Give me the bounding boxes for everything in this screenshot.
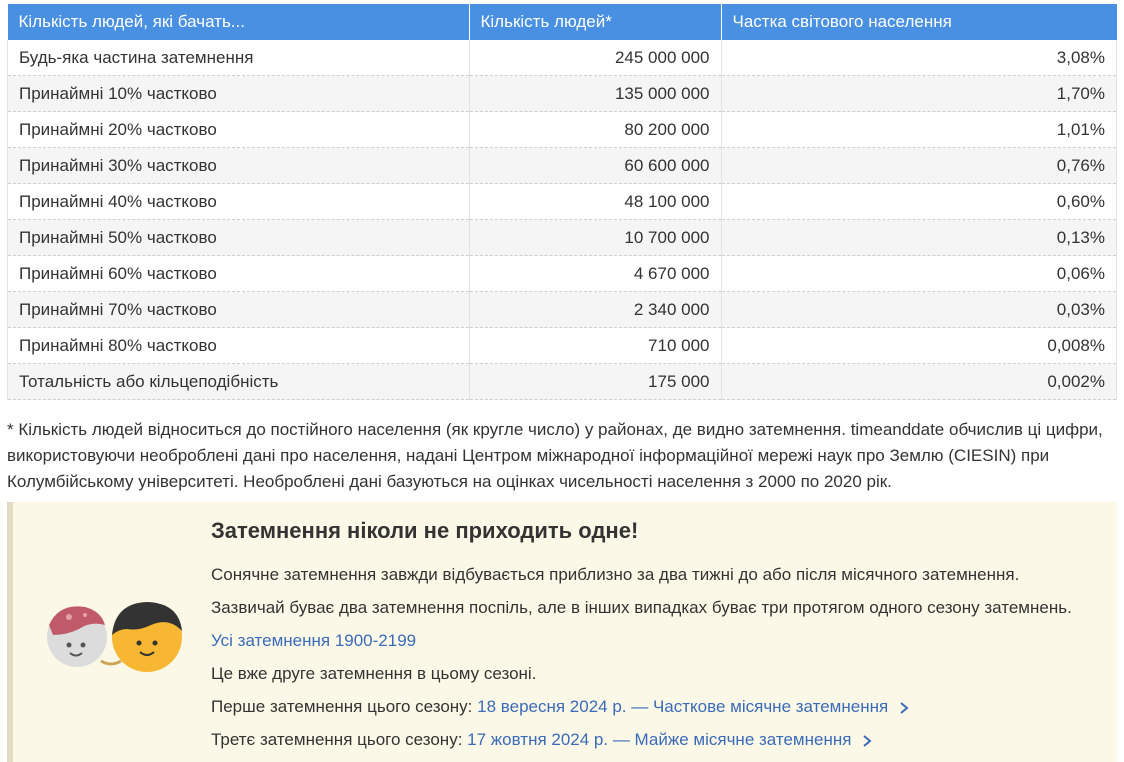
table-row: Принаймні 10% частково 135 000 000 1,70% bbox=[7, 75, 1117, 112]
table-row: Принаймні 80% частково 710 000 0,008% bbox=[7, 327, 1117, 364]
row-share: 0,06% bbox=[721, 255, 1117, 292]
third-eclipse-link[interactable]: 17 жовтня 2024 р. — Майже місячне затемн… bbox=[467, 730, 851, 749]
table-footnote: * Кількість людей відноситься до постійн… bbox=[7, 420, 1103, 491]
population-table: Кількість людей, які бачать... Кількість… bbox=[7, 4, 1117, 400]
row-share: 0,76% bbox=[721, 147, 1117, 184]
table-row: Принаймні 40% частково 48 100 000 0,60% bbox=[7, 183, 1117, 220]
row-label: Принаймні 10% частково bbox=[7, 75, 470, 112]
row-label: Принаймні 50% частково bbox=[7, 219, 470, 256]
row-share: 0,03% bbox=[721, 291, 1117, 328]
row-share: 0,13% bbox=[721, 219, 1117, 256]
first-eclipse-link[interactable]: 18 вересня 2024 р. — Часткове місячне за… bbox=[477, 697, 888, 716]
card-paragraph: Це вже друге затемнення в цьому сезоні. bbox=[211, 664, 537, 683]
row-share: 0,008% bbox=[721, 327, 1117, 364]
card-title: Затемнення ніколи не приходить одне! bbox=[211, 518, 639, 543]
row-count: 60 600 000 bbox=[469, 147, 722, 184]
table-row: Принаймні 30% частково 60 600 000 0,76% bbox=[7, 147, 1117, 184]
row-label: Принаймні 40% частково bbox=[7, 183, 470, 220]
table-row: Принаймні 70% частково 2 340 000 0,03% bbox=[7, 291, 1117, 328]
third-eclipse-label: Третє затемнення цього сезону: bbox=[211, 730, 463, 749]
row-label: Принаймні 70% частково bbox=[7, 291, 470, 328]
table-header-row: Кількість людей, які бачать... Кількість… bbox=[7, 4, 1117, 40]
row-label: Принаймні 20% частково bbox=[7, 111, 470, 148]
population-table-wrapper: Кількість людей, які бачать... Кількість… bbox=[7, 4, 1117, 400]
row-count: 80 200 000 bbox=[469, 111, 722, 148]
row-share: 0,60% bbox=[721, 183, 1117, 220]
eclipse-season-card: Затемнення ніколи не приходить одне! Сон… bbox=[7, 502, 1117, 762]
row-label: Будь-яка частина затемнення bbox=[7, 40, 470, 76]
row-count: 4 670 000 bbox=[469, 255, 722, 292]
first-eclipse-line: Перше затемнення цього сезону: 18 вересн… bbox=[211, 690, 1107, 723]
card-paragraph: Зазвичай буває два затемнення поспіль, а… bbox=[211, 598, 1072, 617]
moon-and-sun-mascot-icon bbox=[47, 602, 182, 672]
card-content: Затемнення ніколи не приходить одне! Сон… bbox=[211, 518, 1107, 756]
table-row: Принаймні 50% частково 10 700 000 0,13% bbox=[7, 219, 1117, 256]
header-people-seeing: Кількість людей, які бачать... bbox=[7, 4, 470, 40]
header-people-count: Кількість людей* bbox=[469, 4, 722, 40]
row-count: 710 000 bbox=[469, 327, 722, 364]
row-label: Принаймні 30% частково bbox=[7, 147, 470, 184]
row-count: 2 340 000 bbox=[469, 291, 722, 328]
table-row: Принаймні 20% частково 80 200 000 1,01% bbox=[7, 111, 1117, 148]
header-world-share: Частка світового населення bbox=[721, 4, 1117, 40]
row-label: Принаймні 60% частково bbox=[7, 255, 470, 292]
row-share: 1,01% bbox=[721, 111, 1117, 148]
table-row: Будь-яка частина затемнення 245 000 000 … bbox=[7, 40, 1117, 76]
table-row: Тотальність або кільцеподібність 175 000… bbox=[7, 363, 1117, 400]
third-eclipse-line: Третє затемнення цього сезону: 17 жовтня… bbox=[211, 723, 1107, 756]
table-row: Принаймні 60% частково 4 670 000 0,06% bbox=[7, 255, 1117, 292]
row-share: 3,08% bbox=[721, 40, 1117, 76]
first-eclipse-label: Перше затемнення цього сезону: bbox=[211, 697, 473, 716]
all-eclipses-link[interactable]: Усі затемнення 1900-2199 bbox=[211, 631, 416, 650]
row-count: 48 100 000 bbox=[469, 183, 722, 220]
row-label: Принаймні 80% частково bbox=[7, 327, 470, 364]
chevron-right-icon[interactable] bbox=[897, 701, 911, 715]
chevron-right-icon[interactable] bbox=[860, 734, 874, 748]
row-count: 175 000 bbox=[469, 363, 722, 400]
card-paragraph: Сонячне затемнення завжди відбувається п… bbox=[211, 565, 1020, 584]
row-count: 135 000 000 bbox=[469, 75, 722, 112]
row-share: 0,002% bbox=[721, 363, 1117, 400]
row-share: 1,70% bbox=[721, 75, 1117, 112]
row-label: Тотальність або кільцеподібність bbox=[7, 363, 470, 400]
row-count: 245 000 000 bbox=[469, 40, 722, 76]
row-count: 10 700 000 bbox=[469, 219, 722, 256]
